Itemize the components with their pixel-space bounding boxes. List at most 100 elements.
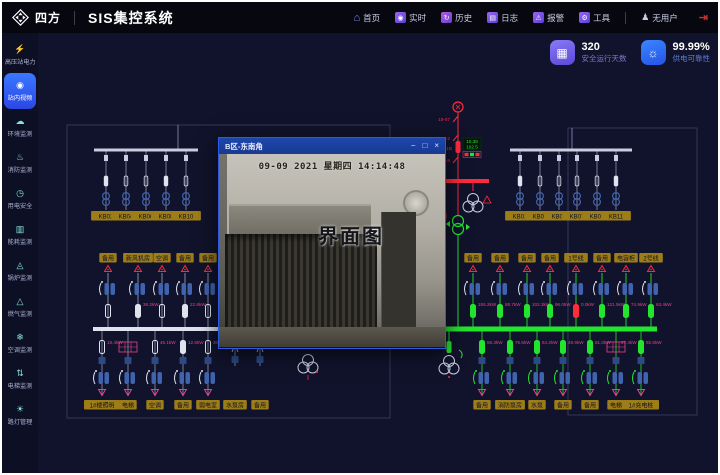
mid-feeder-right: 1号线 0.0kW [564, 253, 594, 327]
sidebar-item-station-video[interactable]: ◉ 站内视频 [4, 73, 36, 109]
nav-history-label: 历史 [455, 12, 472, 24]
svg-text:新风机房: 新风机房 [126, 254, 150, 262]
home-icon: ⌂ [353, 12, 360, 23]
sidebar-item-hv-power[interactable]: ⚡ 高压站电力 [2, 37, 38, 73]
breaker-symbol[interactable] [535, 341, 540, 354]
breaker-symbol[interactable] [600, 305, 605, 318]
sidebar-item-elec-safety[interactable]: ◷ 用电安全 [2, 181, 38, 217]
breaker-symbol[interactable] [518, 176, 522, 186]
maximize-icon[interactable]: □ [422, 142, 427, 150]
svg-text:10.38: 10.38 [466, 139, 478, 144]
bus-incomer [439, 179, 489, 183]
svg-text:空调: 空调 [156, 254, 168, 262]
svg-text:0.0kW: 0.0kW [581, 302, 595, 307]
sidebar-label: 用电安全 [8, 200, 33, 210]
breaker-symbol[interactable] [183, 305, 188, 318]
breaker-symbol[interactable] [614, 176, 618, 186]
room-floor [219, 327, 445, 347]
breaker-symbol[interactable] [498, 305, 503, 318]
svg-text:1B: 1B [446, 146, 452, 152]
fire-icon: ♨ [16, 153, 24, 162]
sidebar-item-streetlight[interactable]: ☀ 路灯管理 [2, 397, 38, 433]
menu-divider [625, 12, 626, 24]
svg-text:备用: 备用 [254, 401, 266, 409]
svg-text:63.4kW: 63.4kW [656, 302, 672, 307]
svg-text:KB11: KB11 [609, 214, 624, 220]
calendar-building-icon: ▦ [550, 40, 575, 65]
breaker-symbol[interactable] [447, 341, 452, 353]
svg-text:22.8kW: 22.8kW [190, 302, 206, 307]
nav-realtime[interactable]: ◉ 实时 [395, 12, 426, 24]
sidebar-item-environment[interactable]: ☁ 环境监测 [2, 109, 38, 145]
svg-text:121.5kW: 121.5kW [607, 302, 626, 307]
svg-text:92.6kW: 92.6kW [646, 340, 662, 345]
breaker-symbol[interactable] [561, 341, 566, 354]
svg-text:76.5kW: 76.5kW [515, 340, 531, 345]
sidebar-item-boiler[interactable]: ◬ 锅炉监测 [2, 253, 38, 289]
breaker-symbol[interactable] [548, 305, 553, 318]
breaker-symbol[interactable] [588, 341, 593, 354]
sidebar-item-elevator[interactable]: ⇅ 电梯监测 [2, 361, 38, 397]
logout-icon[interactable]: ⇥ [699, 11, 708, 24]
breaker-symbol[interactable] [136, 305, 141, 318]
safe-days-value: 320 [582, 42, 627, 53]
popup-titlebar[interactable]: B区-东南角 − □ × [219, 138, 445, 154]
breaker-symbol[interactable] [624, 305, 629, 318]
close-icon[interactable]: × [434, 142, 439, 150]
breaker-symbol[interactable] [574, 305, 579, 318]
svg-text:64.2kW: 64.2kW [542, 340, 558, 345]
sidebar-item-hvac[interactable]: ❄ 空调监测 [2, 325, 38, 361]
mid-feeder-right: 备用102.3kW [518, 253, 550, 327]
breaker-symbol[interactable] [471, 305, 476, 318]
bus-top-left [94, 149, 198, 152]
mid-feeder-left: 备用 [199, 253, 216, 327]
breaker-symbol[interactable] [104, 176, 108, 186]
svg-text:19-07: 19-07 [438, 117, 450, 122]
mid-feeder-right: 备用121.5kW [593, 253, 625, 327]
svg-text:1号线: 1号线 [568, 254, 583, 262]
svg-text:18.4kW: 18.4kW [107, 340, 123, 345]
nav-tools[interactable]: ⚙ 工具 [579, 12, 610, 24]
nav-journal[interactable]: ▤ 日志 [487, 12, 518, 24]
minimize-icon[interactable]: − [411, 142, 416, 150]
breaker-symbol[interactable] [649, 305, 654, 318]
breaker-symbol[interactable] [181, 341, 186, 354]
svg-text:电梯: 电梯 [610, 401, 622, 409]
alarm-bell-icon: ⚠ [533, 12, 544, 23]
breaker-symbol[interactable] [508, 341, 513, 354]
low-feeder-right: 49.9kW备用 [554, 331, 584, 410]
svg-text:备用: 备用 [476, 401, 488, 409]
breaker-symbol[interactable] [480, 341, 485, 354]
svg-text:27.4kW: 27.4kW [621, 340, 637, 345]
nav-history[interactable]: ↻ 历史 [441, 12, 472, 24]
incomer-feeder: 19-0719-219-81B10.38102.5 [438, 102, 491, 327]
svg-text:102.5: 102.5 [466, 145, 478, 150]
realtime-icon: ◉ [395, 12, 406, 23]
svg-text:备用: 备用 [179, 254, 191, 262]
low-feeder-left: 18.4kW1#楼照明 [84, 331, 123, 410]
breaker-symbol[interactable] [639, 341, 644, 354]
nav-alarm[interactable]: ⚠ 报警 [533, 12, 564, 24]
sidebar-label: 站内视频 [8, 92, 33, 102]
video-camera-icon: ◉ [16, 81, 24, 90]
svg-text:备用: 备用 [202, 254, 214, 262]
stat-safe-days: ▦ 320 安全运行天数 [550, 40, 627, 65]
stat-cards: ▦ 320 安全运行天数 ☼ 99.99% 供电可靠性 [550, 40, 711, 65]
svg-text:备用: 备用 [102, 254, 114, 262]
breaker-symbol[interactable] [525, 305, 530, 318]
user-menu[interactable]: ♟ 无用户 [641, 12, 678, 24]
svg-text:88.7kW: 88.7kW [505, 302, 521, 307]
nav-home[interactable]: ⌂ 首页 [353, 12, 380, 24]
sidebar-item-energy[interactable]: ▥ 能耗监测 [2, 217, 38, 253]
mid-feeder-right: 备用88.7kW [491, 253, 521, 327]
sidebar-item-fire[interactable]: ♨ 消防监测 [2, 145, 38, 181]
incomer-breaker[interactable] [456, 141, 461, 153]
sidebar-label: 能耗监测 [8, 236, 33, 246]
svg-text:备用: 备用 [544, 254, 556, 262]
sidebar-item-gas[interactable]: △ 燃气监测 [2, 289, 38, 325]
sidebar-label: 电梯监测 [8, 380, 33, 390]
breaker-symbol[interactable] [164, 176, 168, 186]
brand: 四方 SIS集控系统 [12, 8, 174, 28]
screenshot-frame: 四方 SIS集控系统 ⌂ 首页 ◉ 实时 ↻ 历史 ▤ 日志 ⚠ 报 [0, 0, 720, 475]
mid-feeder-left: 备用 [99, 253, 116, 327]
